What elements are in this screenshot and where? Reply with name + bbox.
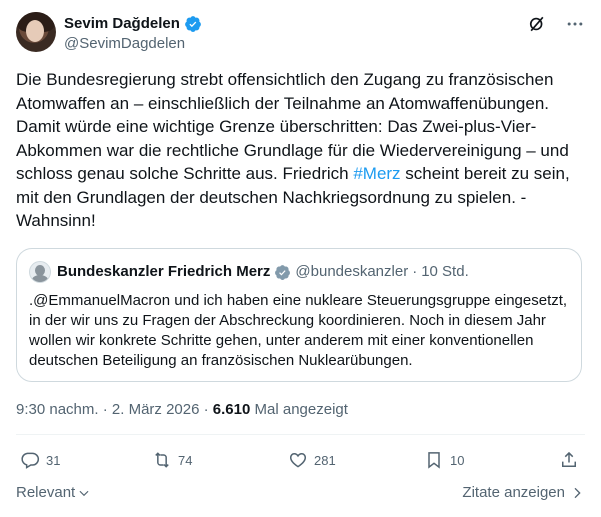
sort-label[interactable]: Relevant <box>16 484 75 501</box>
top-actions <box>527 14 585 34</box>
tweet-time[interactable]: 9:30 nachm. <box>16 401 99 418</box>
hashtag-link[interactable]: #Merz <box>353 164 400 183</box>
sort-dropdown[interactable]: Relevant <box>16 484 91 501</box>
tweet-actions: 31 74 281 10 <box>16 450 585 474</box>
repost-icon <box>155 452 169 468</box>
quoted-tweet-header: Bundeskanzler Friedrich Merz @bundeskanz… <box>29 261 469 283</box>
gray-verified-badge-icon <box>275 264 291 280</box>
quoted-tweet[interactable]: Bundeskanzler Friedrich Merz @bundeskanz… <box>16 248 582 382</box>
reply-icon <box>21 452 40 469</box>
timestamp-separator: · <box>102 401 108 418</box>
bookmark-icon <box>428 452 440 469</box>
bookmark-count: 10 <box>450 452 465 468</box>
chevron-right-icon <box>574 487 581 498</box>
like-count: 281 <box>314 452 336 468</box>
divider <box>16 434 585 435</box>
quoted-separator: · <box>412 263 418 280</box>
timestamp-separator-2: · <box>203 401 209 418</box>
heart-icon <box>289 452 307 468</box>
share-button[interactable] <box>559 450 585 470</box>
author-handle[interactable]: @SevimDagdelen <box>64 34 202 54</box>
quoted-author-avatar[interactable] <box>29 261 51 283</box>
repost-button[interactable]: 74 <box>152 450 192 470</box>
more-options-icon[interactable] <box>565 14 585 34</box>
share-icon <box>562 451 576 467</box>
author-info: Sevim Dağdelen @SevimDagdelen <box>64 14 202 54</box>
bookmark-button[interactable]: 10 <box>424 450 464 470</box>
tweet-date[interactable]: 2. März 2026 <box>112 401 200 418</box>
tweet-text: Die Bundesregierung strebt offensichtlic… <box>16 68 585 233</box>
author-avatar[interactable] <box>16 12 56 52</box>
verified-badge-icon <box>185 16 201 32</box>
reply-count: 31 <box>46 452 61 468</box>
quoted-author-name[interactable]: Bundeskanzler Friedrich Merz <box>57 262 270 282</box>
quoted-time[interactable]: 10 Std. <box>421 262 469 282</box>
author-display-name[interactable]: Sevim Dağdelen <box>64 14 180 34</box>
view-count: 6.610 <box>212 401 251 418</box>
tweet-timestamp: 9:30 nachm. · 2. März 2026 · 6.610 Mal a… <box>16 400 348 420</box>
repost-count: 74 <box>178 452 193 468</box>
grok-icon[interactable] <box>527 14 547 34</box>
like-button[interactable]: 281 <box>288 450 336 470</box>
reply-button[interactable]: 31 <box>20 450 60 470</box>
author-name-link[interactable]: Sevim Dağdelen <box>64 14 202 34</box>
view-quotes-label[interactable]: Zitate anzeigen <box>462 484 565 501</box>
quoted-tweet-text: .@EmmanuelMacron und ich haben eine nukl… <box>29 292 568 369</box>
tweet-header: Sevim Dağdelen @SevimDagdelen <box>16 10 585 58</box>
view-quotes-link[interactable]: Zitate anzeigen <box>462 484 585 501</box>
view-count-label: Mal angezeigt <box>254 401 348 418</box>
chevron-down-icon <box>79 490 89 496</box>
tweet-footer: Relevant Zitate anzeigen <box>16 482 585 504</box>
quoted-author-handle[interactable]: @bundeskanzler <box>295 262 408 282</box>
